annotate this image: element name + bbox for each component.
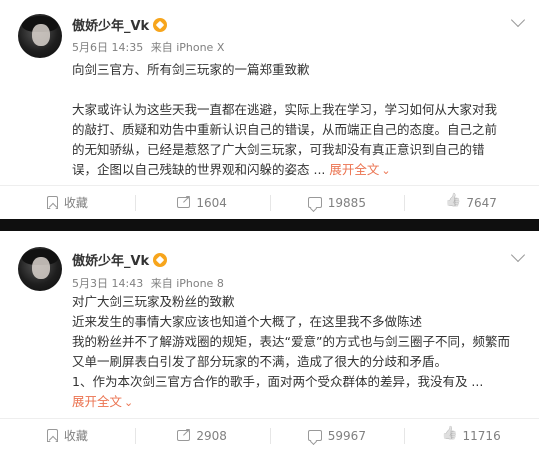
- username-link[interactable]: 傲娇少年_Vk: [72, 254, 149, 269]
- post-content: 向剑三官方、所有剑三玩家的一篇郑重致歉 大家或许认为这些天我一直都在逃避，实际上…: [72, 60, 527, 181]
- content-line: 又单一刷屏表白引发了部分玩家的不满，造成了很大的分歧和矛盾。: [72, 354, 448, 369]
- content-line: 的无知骄纵，已经是惹怒了广大剑三玩家，可我却没有真正意识到自己的错: [72, 142, 485, 157]
- thumbs-up-icon: [446, 196, 460, 210]
- post-source: 来自 iPhone X: [150, 41, 225, 54]
- like-button[interactable]: 11716: [404, 419, 539, 452]
- share-button[interactable]: 1604: [134, 186, 270, 219]
- like-button[interactable]: 7647: [404, 186, 539, 219]
- expand-full-text-link[interactable]: 展开全文: [329, 162, 390, 177]
- share-icon: [177, 425, 191, 441]
- share-count: 1604: [196, 195, 227, 210]
- username-link[interactable]: 傲娇少年_Vk: [72, 19, 149, 34]
- comment-count: 59967: [327, 428, 366, 443]
- post-source: 来自 iPhone 8: [150, 277, 224, 290]
- favorite-button[interactable]: 收藏: [0, 186, 135, 219]
- favorite-button[interactable]: 收藏: [0, 419, 135, 452]
- post-divider: [0, 219, 539, 231]
- avatar[interactable]: [18, 14, 62, 58]
- content-line: [72, 80, 527, 100]
- comment-button[interactable]: 19885: [269, 186, 405, 219]
- favorite-label: 收藏: [63, 196, 88, 210]
- weibo-post: 傲娇少年_Vk 5月6日 14:35 来自 iPhone X 向剑三官方、所有剑…: [0, 0, 539, 219]
- content-line: 大家或许认为这些天我一直都在逃避，实际上我在学习，学习如何从大家对我: [72, 102, 498, 117]
- content-line: 我的粉丝并不了解游戏圈的规矩，表达“爱意”的方式也与剑三圈子不同，频繁而: [72, 334, 510, 349]
- vip-badge-icon: [153, 253, 168, 267]
- thumbs-up-icon: [443, 429, 457, 443]
- share-button[interactable]: 2908: [134, 419, 270, 452]
- action-bar: 收藏 2908 59967 11716: [0, 418, 539, 452]
- comment-count: 19885: [327, 195, 366, 210]
- avatar[interactable]: [18, 247, 62, 291]
- bookmark-icon: [46, 196, 58, 209]
- like-count: 11716: [462, 428, 501, 443]
- chevron-down-icon[interactable]: [510, 247, 526, 263]
- like-count: 7647: [466, 195, 497, 210]
- share-icon: [177, 192, 191, 208]
- content-line: 1、作为本次剑三官方合作的歌手，面对两个受众群体的差异，我没有及 ...: [72, 374, 484, 389]
- content-line: 误，企图以自己残缺的世界观和闪躲的姿态 ... 展开全文: [72, 160, 527, 181]
- post-time[interactable]: 5月3日 14:43: [72, 277, 143, 290]
- bookmark-icon: [46, 429, 58, 442]
- favorite-label: 收藏: [63, 429, 88, 443]
- post-meta: 5月6日 14:35 来自 iPhone X: [72, 39, 224, 55]
- comment-icon: [307, 430, 322, 441]
- content-line: 向剑三官方、所有剑三玩家的一篇郑重致歉: [72, 62, 310, 77]
- post-time[interactable]: 5月6日 14:35: [72, 41, 143, 54]
- share-count: 2908: [196, 428, 227, 443]
- chevron-down-icon[interactable]: [510, 12, 526, 28]
- vip-badge-icon: [153, 18, 168, 32]
- expand-full-text-link[interactable]: 展开全文: [72, 394, 133, 409]
- content-line: 近来发生的事情大家应该也知道个大概了，在这里我不多做陈述: [72, 314, 423, 329]
- post-content: 对广大剑三玩家及粉丝的致歉 近来发生的事情大家应该也知道个大概了，在这里我不多做…: [72, 292, 527, 413]
- action-bar: 收藏 1604 19885 7647: [0, 185, 539, 219]
- content-line: 的敲打、质疑和劝告中重新认识自己的错误，从而端正自己的态度。自己之前: [72, 122, 498, 137]
- content-line: 对广大剑三玩家及粉丝的致歉: [72, 294, 235, 309]
- comment-button[interactable]: 59967: [269, 419, 405, 452]
- content-line: 展开全文: [72, 392, 527, 413]
- content-line-text: 误，企图以自己残缺的世界观和闪躲的姿态 ...: [72, 162, 326, 177]
- post-meta: 5月3日 14:43 来自 iPhone 8: [72, 275, 224, 291]
- comment-icon: [307, 197, 322, 208]
